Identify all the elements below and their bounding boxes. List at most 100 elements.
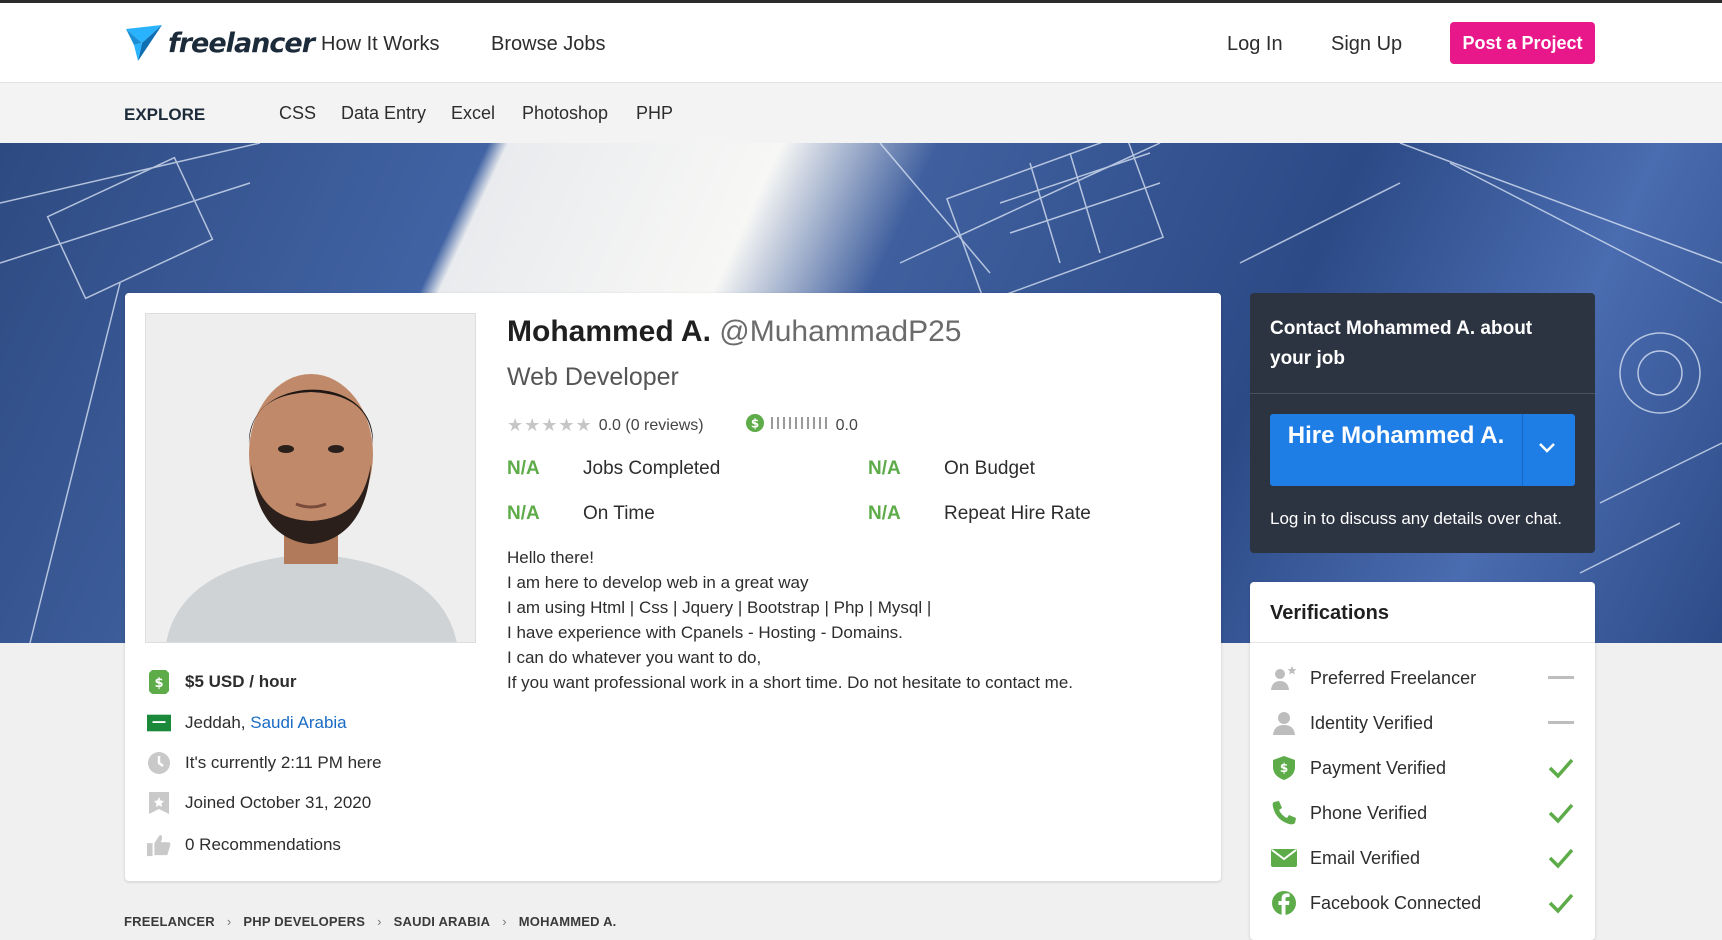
joined-date: Joined October 31, 2020	[185, 793, 372, 812]
breadcrumb-current: MOHAMMED A.	[518, 914, 617, 929]
svg-text:$: $	[750, 417, 758, 431]
stat-label: Repeat Hire Rate	[944, 503, 1091, 524]
explore-bar: EXPLORE CSS Data Entry Excel Photoshop P…	[0, 83, 1722, 143]
breadcrumb-saudi-arabia[interactable]: SAUDI ARABIA	[394, 914, 491, 929]
stat-value: N/A	[868, 458, 901, 479]
clock-icon	[147, 751, 171, 775]
contact-title: Contact Mohammed A. about your job	[1270, 318, 1533, 369]
hire-button-separator	[1522, 414, 1523, 486]
explore-item-photoshop[interactable]: Photoshop	[522, 103, 608, 124]
login-link[interactable]: Log In	[1227, 33, 1283, 56]
profile-name-line: Mohammed A. @MuhammadP25	[507, 315, 961, 349]
bio-line: I am here to develop web in a great way	[507, 573, 809, 592]
svg-text:$: $	[154, 676, 163, 691]
verification-label: Email Verified	[1310, 847, 1421, 868]
stat-label: Jobs Completed	[583, 458, 721, 479]
svg-text:$: $	[1280, 761, 1288, 775]
profile-avatar	[145, 313, 476, 643]
verification-facebook: Facebook Connected	[1270, 888, 1575, 918]
stat-value: N/A	[507, 503, 540, 524]
location-country-link[interactable]: Saudi Arabia	[250, 713, 346, 732]
contact-note: Log in to discuss any details over chat.	[1270, 509, 1562, 528]
profile-handle: @MuhammadP25	[719, 315, 962, 348]
verifications-divider	[1250, 642, 1595, 643]
explore-item-excel[interactable]: Excel	[451, 103, 495, 124]
verification-label: Preferred Freelancer	[1310, 667, 1477, 688]
profile-bio: Hello there! I am here to develop web in…	[507, 545, 1073, 695]
calendar-badge-icon	[147, 791, 171, 815]
hourly-rate-row: $ $5 USD / hour	[147, 670, 296, 694]
explore-item-css[interactable]: CSS	[279, 103, 316, 124]
avatar-portrait	[146, 314, 475, 642]
location-row: Jeddah, Saudi Arabia	[147, 711, 347, 735]
stat-value: N/A	[868, 503, 901, 524]
chevron-down-icon[interactable]	[1532, 436, 1562, 460]
verification-payment: $ Payment Verified	[1270, 753, 1575, 783]
location-city: Jeddah,	[185, 713, 246, 732]
bio-line: I am using Html | Css | Jquery | Bootstr…	[507, 598, 932, 617]
recommendations-row: 0 Recommendations	[147, 833, 341, 857]
verification-label: Phone Verified	[1310, 802, 1428, 823]
checkmark-icon	[1547, 846, 1575, 870]
bio-line: If you want professional work in a short…	[507, 673, 1073, 692]
bio-line: Hello there!	[507, 548, 594, 567]
stat-jobs-completed: N/A Jobs Completed	[507, 458, 720, 480]
earnings-score: 0.0	[835, 416, 858, 434]
verifications-panel: Verifications Preferred Freelancer Ident…	[1250, 582, 1595, 940]
phone-icon	[1270, 799, 1298, 827]
star-rating-icon: ★★★★★	[507, 415, 593, 436]
earnings-dollar-icon: $	[745, 414, 764, 437]
preferred-freelancer-icon	[1270, 664, 1298, 692]
not-verified-dash-icon	[1547, 711, 1575, 735]
freelancer-logo[interactable]: freelancer	[124, 23, 315, 63]
top-navigation-bar: freelancer How It Works Browse Jobs Log …	[0, 0, 1722, 83]
explore-label: EXPLORE	[124, 105, 206, 124]
email-icon	[1270, 844, 1298, 872]
freelancer-bird-icon	[126, 25, 162, 61]
profile-name: Mohammed A.	[507, 315, 711, 348]
chevron-right-icon: ›	[502, 914, 507, 929]
breadcrumb-freelancer[interactable]: FREELANCER	[124, 914, 215, 929]
verification-identity: Identity Verified	[1270, 708, 1575, 738]
local-time: It's currently 2:11 PM here	[185, 753, 382, 772]
thumbs-up-icon	[147, 833, 171, 857]
stat-label: On Time	[583, 503, 655, 524]
checkmark-icon	[1547, 891, 1575, 915]
bio-line: I can do whatever you want to do,	[507, 648, 762, 667]
identity-icon	[1270, 709, 1298, 737]
verification-label: Identity Verified	[1310, 712, 1434, 733]
stat-label: On Budget	[944, 458, 1035, 479]
checkmark-icon	[1547, 801, 1575, 825]
explore-item-data-entry[interactable]: Data Entry	[341, 103, 426, 124]
chevron-right-icon: ›	[226, 914, 232, 929]
breadcrumb-php-developers[interactable]: PHP DEVELOPERS	[243, 914, 365, 929]
stat-repeat-hire-rate: N/A Repeat Hire Rate	[868, 503, 1091, 525]
verifications-title: Verifications	[1270, 602, 1389, 624]
hire-button-label: Hire Mohammed A.	[1287, 422, 1505, 449]
explore-item-php[interactable]: PHP	[636, 103, 673, 124]
verification-preferred-freelancer: Preferred Freelancer	[1270, 663, 1575, 693]
verification-label: Facebook Connected	[1310, 892, 1482, 913]
signup-link[interactable]: Sign Up	[1331, 33, 1402, 56]
local-time-row: It's currently 2:11 PM here	[147, 751, 382, 775]
saudi-flag-icon	[147, 711, 171, 735]
bio-line: I have experience with Cpanels - Hosting…	[507, 623, 903, 642]
stat-value: N/A	[507, 458, 540, 479]
hire-button[interactable]: Hire Mohammed A.	[1270, 414, 1575, 486]
post-project-button[interactable]: Post a Project	[1450, 22, 1595, 64]
verification-email: Email Verified	[1270, 843, 1575, 873]
not-verified-dash-icon	[1547, 666, 1575, 690]
verification-label: Payment Verified	[1310, 757, 1447, 778]
earnings-bar-icon	[770, 416, 830, 435]
joined-row: Joined October 31, 2020	[147, 791, 371, 815]
rating-text: 0.0 (0 reviews)	[598, 416, 704, 434]
profile-title: Web Developer	[507, 363, 679, 391]
money-icon: $	[147, 670, 171, 694]
stat-on-budget: N/A On Budget	[868, 458, 1035, 480]
nav-browse-jobs[interactable]: Browse Jobs	[491, 33, 606, 56]
verification-phone: Phone Verified	[1270, 798, 1575, 828]
nav-how-it-works[interactable]: How It Works	[321, 33, 440, 56]
hourly-rate: $5 USD / hour	[185, 672, 297, 691]
logo-wordmark: freelancer	[168, 27, 315, 59]
facebook-icon	[1270, 889, 1298, 917]
